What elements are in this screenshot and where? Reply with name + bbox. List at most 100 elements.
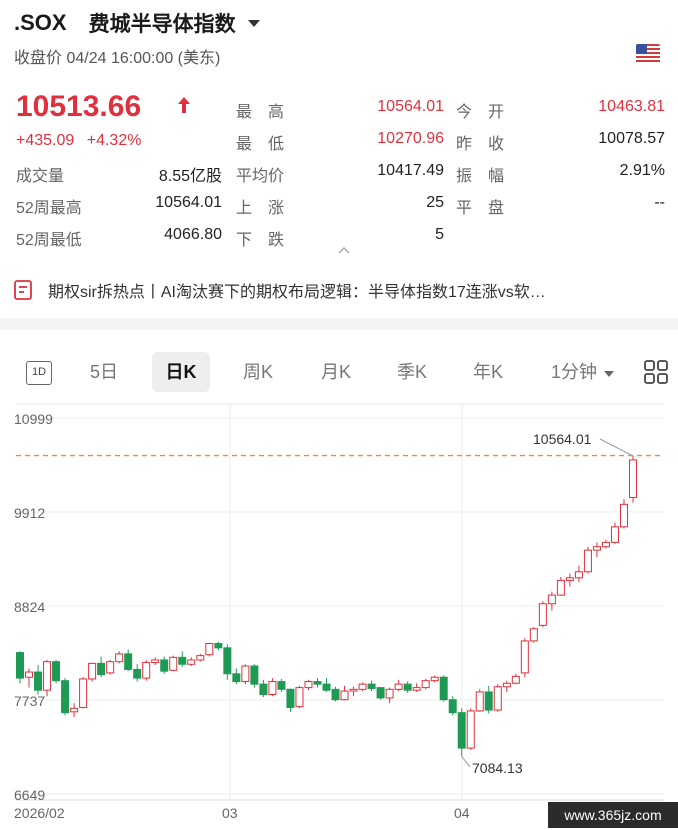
unchanged-value: -- [654,194,665,211]
candle-body [574,571,583,579]
candle-body [629,459,637,498]
max-label-leader [599,438,634,457]
x-tick-label: 03 [222,805,238,821]
change-percent: +4.32% [86,132,142,149]
candle-body [367,683,376,689]
candle-body [241,665,250,683]
last-price: 10513.66 [16,90,142,123]
candle-body [178,656,187,665]
candle-body [412,687,421,691]
candle-body [475,691,484,712]
open-value: 10463.81 [598,98,665,115]
candle-body [466,710,475,749]
chevron-down-icon[interactable] [604,370,614,378]
candle-body [259,683,268,696]
advancers-label: 上 涨 [236,200,285,217]
candlestick-chart[interactable]: 10999 9912 8824 7737 6649 2026/02 03 04 10564.01… [0,400,678,830]
tab-1min[interactable]: 1分钟 [544,352,604,392]
quote-header: .SOX 费城半导体指数 收盘价 04/24 16:00:00 (美东) [14,10,664,70]
candle-body [547,594,556,605]
candle-body [106,661,115,674]
candle-body [268,681,277,696]
document-icon [14,280,32,300]
candle-body [79,678,88,708]
collapse-chevron-icon[interactable] [338,246,350,254]
y-tick-label: 6649 [14,787,45,803]
close-label: 收盘价 [14,50,63,67]
y-tick-label: 8824 [14,599,45,615]
candle-body [16,652,24,679]
tab-daily-k[interactable]: 日K [152,352,210,392]
title-row[interactable]: .SOX 费城半导体指数 [14,10,664,36]
x-tick-label: 2026/02 [14,805,65,821]
tab-5d[interactable]: 5日 [80,352,128,392]
candle-body [196,655,205,661]
candle-body [25,671,34,678]
high-value: 10564.01 [377,98,444,115]
candle-body [592,546,601,551]
watermark: www.365jz.com [548,802,678,828]
price-change: +435.09 +4.32% [16,132,149,150]
candle-body [376,687,385,699]
candle-body [403,683,412,691]
candle-body [610,526,619,543]
tab-1d[interactable]: 1D [26,361,52,385]
candle-body [349,688,358,692]
low-value: 10270.96 [377,130,444,147]
low-label: 最 低 [236,136,285,153]
candle-body [52,661,61,682]
candle-body [124,653,133,670]
candle-body [556,579,565,596]
avg-price-value: 10417.49 [377,162,444,179]
candle-body [493,686,502,711]
candle-body [34,671,43,691]
close-time: 04/24 16:00:00 (美东) [66,50,221,67]
candle-body [115,653,124,663]
prev-close-label: 昨 收 [456,136,505,153]
candle-body [502,682,511,688]
chart-grid [16,403,664,801]
candle-body [295,687,304,708]
candle-body [331,688,340,701]
tab-weekly-k[interactable]: 周K [232,352,284,392]
news-banner[interactable]: 期权sir拆热点丨AI淘汰赛下的期权布局逻辑：半导体指数17连涨vs软… [14,273,666,307]
y-tick-label: 10999 [14,411,53,427]
dropdown-caret-icon[interactable] [247,19,260,27]
candle-body [421,680,430,689]
candle-body [142,662,151,679]
decliners-value: 5 [435,226,444,243]
grid-layout-icon[interactable] [644,360,668,384]
candle-body [304,681,313,689]
tab-monthly-k[interactable]: 月K [310,352,362,392]
open-label: 今 开 [456,104,505,121]
candle-body [88,662,97,680]
ticker-symbol: .SOX [14,10,67,35]
avg-price-label: 平均价 [236,168,285,185]
section-divider [0,318,678,330]
week52-high-label: 52周最高 [16,200,82,217]
prev-close-value: 10078.57 [598,130,665,147]
candle-body [448,699,457,714]
candle-body [151,659,160,664]
week52-low-value: 4066.80 [164,226,222,243]
candle-body [205,643,214,656]
change-value: +435.09 [16,132,75,149]
quote-panel: 10513.66 +435.09 +4.32% 成交量 8.55亿股 52周最高… [14,86,666,254]
news-headline: 期权sir拆热点丨AI淘汰赛下的期权布局逻辑：半导体指数17连涨vs软… [48,284,546,301]
advancers-value: 25 [426,194,444,211]
high-label: 最 高 [236,104,285,121]
instrument-name: 费城半导体指数 [88,13,236,36]
decliners-label: 下 跌 [236,232,285,249]
arrow-up-icon [178,97,190,113]
candle-body [286,688,295,708]
candle-body [619,503,628,528]
candle-body [520,640,529,674]
tab-quarterly-k[interactable]: 季K [386,352,438,392]
candle-body [160,659,169,672]
tab-yearly-k[interactable]: 年K [462,352,514,392]
unchanged-label: 平 盘 [456,200,505,217]
week52-high-value: 10564.01 [155,194,222,211]
candle-body [61,680,70,714]
candle-body [484,691,493,711]
candle-body [322,683,331,691]
